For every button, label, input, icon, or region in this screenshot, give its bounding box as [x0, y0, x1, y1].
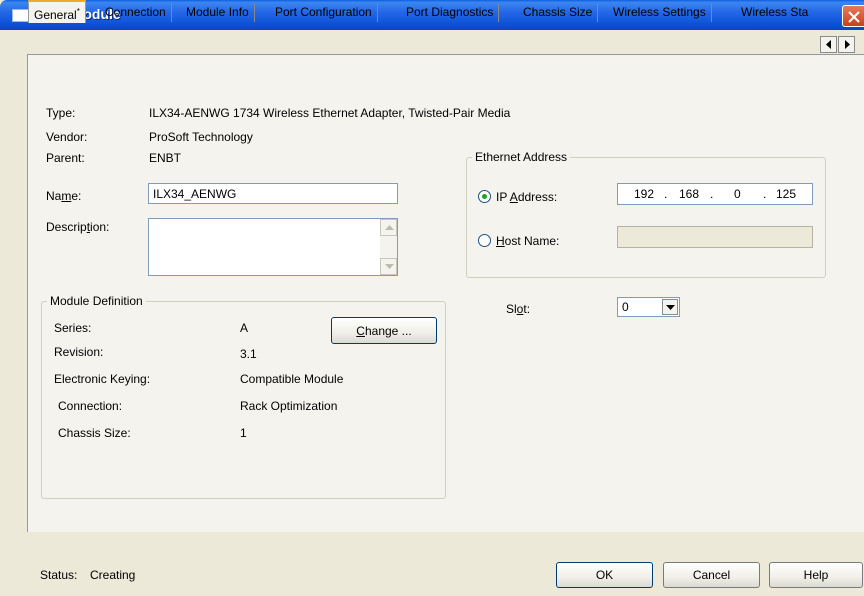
- ip-dot-2: .: [710, 187, 714, 201]
- tab-wireless-settings[interactable]: Wireless Settings: [608, 4, 712, 22]
- description-input[interactable]: [148, 218, 398, 276]
- module-definition-legend: Module Definition: [50, 294, 143, 308]
- slot-value: 0: [622, 300, 629, 314]
- parent-value: ENBT: [149, 151, 182, 165]
- type-value: ILX34-AENWG 1734 Wireless Ethernet Adapt…: [149, 106, 511, 120]
- tab-module-info[interactable]: Module Info: [181, 4, 255, 22]
- cancel-button[interactable]: Cancel: [663, 562, 760, 588]
- vendor-value: ProSoft Technology: [149, 130, 253, 144]
- ethernet-address-group: Ethernet Address: [466, 150, 826, 278]
- slot-label: Slot:: [506, 302, 531, 316]
- status-label: Status:: [40, 568, 78, 582]
- chassis-size-label: Chassis Size:: [58, 426, 131, 440]
- ip-dot-3: .: [763, 187, 767, 201]
- arrow-left-icon: [826, 40, 831, 49]
- close-icon: [848, 11, 860, 23]
- name-input[interactable]: [148, 183, 398, 204]
- tab-general[interactable]: General*: [28, 0, 86, 23]
- ip-octet-2: 168: [679, 187, 700, 201]
- scroll-up-button[interactable]: [380, 219, 397, 236]
- connection-label: Connection:: [58, 399, 123, 413]
- revision-value: 3.1: [240, 347, 257, 361]
- tab-chassis-size[interactable]: Chassis Size: [518, 4, 599, 22]
- host-name-input[interactable]: [617, 226, 813, 248]
- electronic-keying-label: Electronic Keying:: [54, 372, 151, 386]
- ip-dot-1: .: [664, 187, 668, 201]
- ip-octet-4: 125: [776, 187, 797, 201]
- close-button[interactable]: [842, 5, 864, 27]
- arrow-right-icon: [845, 40, 850, 49]
- ip-address-radio[interactable]: [478, 190, 491, 203]
- ip-octet-1: 192: [634, 187, 655, 201]
- series-label: Series:: [54, 321, 92, 335]
- name-label: Name:: [46, 189, 82, 203]
- chevron-up-icon: [385, 225, 394, 230]
- tab-scroll-right-button[interactable]: [838, 36, 855, 53]
- ip-octet-3: 0: [734, 187, 741, 201]
- host-name-radio[interactable]: [478, 234, 491, 247]
- series-value: A: [240, 321, 249, 335]
- host-name-label: Host Name:: [496, 234, 560, 248]
- connection-value: Rack Optimization: [240, 399, 338, 413]
- chevron-down-icon: [385, 264, 394, 269]
- type-label: Type:: [46, 106, 76, 120]
- chassis-size-value: 1: [240, 426, 247, 440]
- slot-select[interactable]: 0: [617, 297, 680, 317]
- ip-address-label: IP Address:: [496, 190, 558, 204]
- revision-label: Revision:: [54, 345, 104, 359]
- status-value: Creating: [90, 568, 136, 582]
- chevron-down-icon: [666, 305, 675, 310]
- tab-wireless-status[interactable]: Wireless Sta: [736, 4, 820, 22]
- parent-label: Parent:: [46, 151, 85, 165]
- tab-port-diagnostics[interactable]: Port Diagnostics: [401, 4, 500, 22]
- slot-dropdown-button[interactable]: [662, 299, 678, 315]
- ok-button[interactable]: OK: [556, 562, 653, 588]
- help-button[interactable]: Help: [769, 562, 863, 588]
- scroll-down-button[interactable]: [380, 258, 397, 275]
- description-scrollbar[interactable]: [380, 219, 397, 275]
- change-button[interactable]: Change ...: [331, 317, 437, 344]
- tab-connection[interactable]: Connection: [100, 4, 172, 22]
- tab-scroll-left-button[interactable]: [820, 36, 837, 53]
- tab-scroll-arrows: [820, 36, 864, 53]
- vendor-label: Vendor:: [46, 130, 88, 144]
- ip-address-input[interactable]: 192 . 168 . 0 . 125: [617, 183, 813, 205]
- electronic-keying-value: Compatible Module: [240, 372, 344, 386]
- tab-port-configuration[interactable]: Port Configuration: [270, 4, 378, 22]
- ethernet-address-legend: Ethernet Address: [475, 150, 568, 164]
- description-label: Description:: [46, 220, 110, 234]
